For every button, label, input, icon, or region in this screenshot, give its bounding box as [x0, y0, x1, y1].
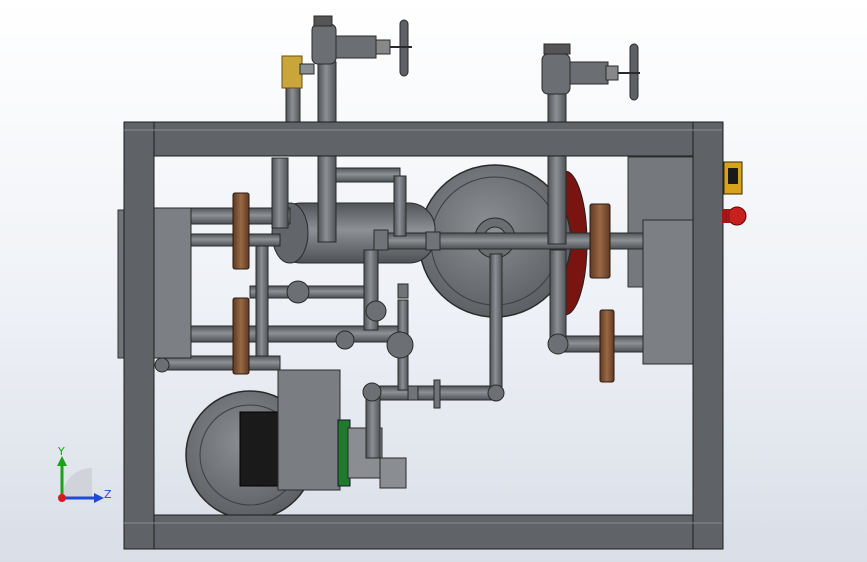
z-axis-label: Z: [104, 488, 112, 501]
control-panel[interactable]: [722, 161, 747, 226]
right-heat-exchanger[interactable]: [642, 219, 696, 365]
y-axis-label: Y: [57, 445, 65, 458]
left-heat-exchanger[interactable]: [152, 207, 192, 359]
top-valve-right[interactable]: [541, 43, 640, 101]
brass-ball-valve[interactable]: [281, 55, 315, 89]
model-canvas[interactable]: Y Z: [0, 0, 867, 562]
orientation-triad: Y Z: [57, 445, 112, 503]
cad-viewport[interactable]: Y Z: [0, 0, 867, 562]
